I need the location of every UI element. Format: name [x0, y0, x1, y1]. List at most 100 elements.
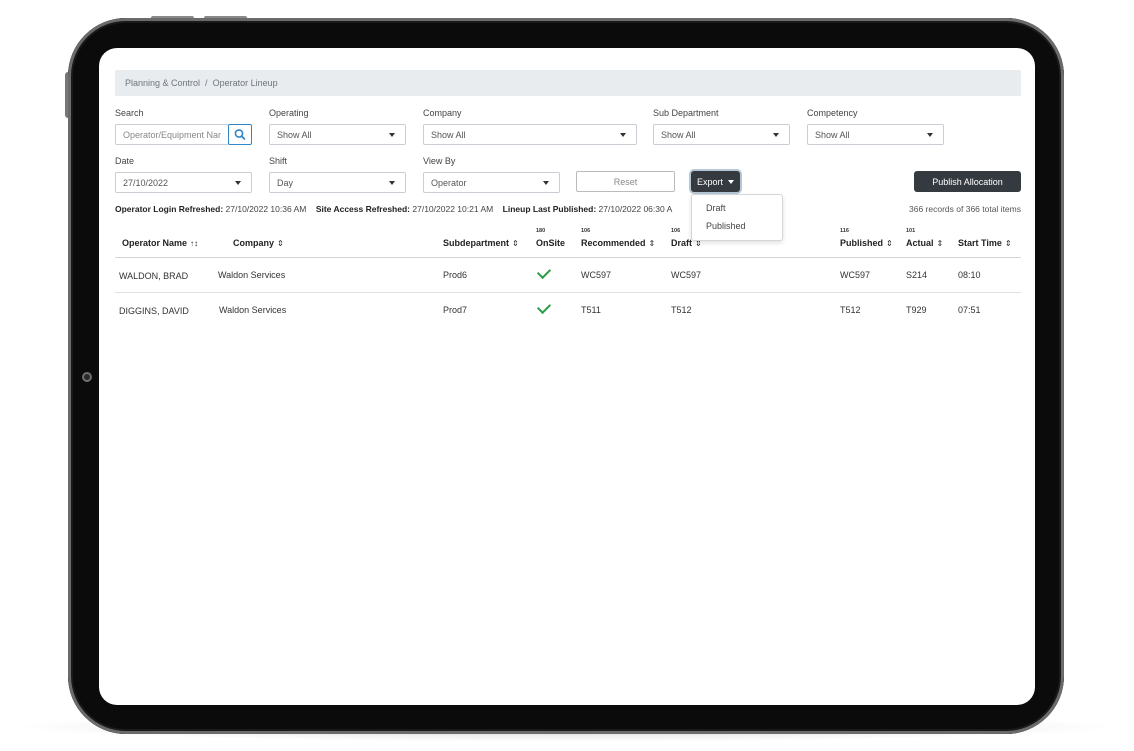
sub-department-select[interactable]: Show All — [653, 124, 790, 145]
check-icon — [536, 264, 552, 280]
shift-label: Shift — [269, 156, 288, 166]
subdepartment-cell: Prod6 — [443, 270, 468, 280]
search-placeholder: Operator/Equipment Nar — [123, 129, 222, 140]
chevron-down-icon — [620, 133, 626, 137]
column-header-onsite[interactable]: OnSite — [536, 238, 565, 248]
breadcrumb-separator: / — [205, 78, 208, 88]
date-label: Date — [115, 156, 135, 166]
reset-button[interactable]: Reset — [576, 171, 675, 192]
export-menu-item-published[interactable]: Published — [706, 221, 746, 231]
login-refreshed-value: 27/10/2022 10:36 AM — [225, 204, 307, 214]
column-label: Subdepartment — [443, 238, 510, 248]
date-select[interactable]: 27/10/2022 — [115, 172, 252, 193]
sort-icon: ⇕ — [648, 239, 656, 248]
operator-name-cell: DIGGINS, DAVID — [119, 306, 189, 316]
published-count: 116 — [840, 228, 849, 234]
site-access-refreshed-value: 27/10/2022 10:21 AM — [412, 204, 494, 214]
breadcrumb-current: Operator Lineup — [212, 78, 278, 88]
tablet-screen: Planning & Control / Operator Lineup Sea… — [99, 48, 1035, 705]
chevron-down-icon — [728, 179, 734, 184]
refresh-status: Operator Login Refreshed: 27/10/2022 10:… — [115, 204, 672, 214]
actual-cell: S214 — [906, 270, 928, 280]
search-input[interactable]: Operator/Equipment Nar — [115, 124, 229, 145]
search-icon — [234, 129, 246, 140]
start-time-cell: 08:10 — [958, 270, 981, 280]
published-cell: T512 — [840, 305, 861, 315]
draft-count: 106 — [671, 228, 681, 234]
column-header-subdepartment[interactable]: Subdepartment ⇕ — [443, 238, 519, 248]
shift-value: Day — [277, 177, 294, 188]
breadcrumb-parent[interactable]: Planning & Control — [125, 78, 200, 88]
operator-lineup-page: Planning & Control / Operator Lineup Sea… — [115, 70, 1021, 316]
sort-icon: ⇕ — [512, 239, 519, 248]
column-label: Start Time — [958, 238, 1002, 248]
column-header-operator-name[interactable]: Operator Name ↑↕ — [122, 238, 198, 248]
login-refreshed-label: Operator Login Refreshed: — [115, 204, 224, 214]
column-label: Recommended — [581, 238, 646, 248]
operator-name-cell: WALDON, BRAD — [119, 271, 189, 281]
chevron-down-icon — [543, 181, 549, 185]
publish-allocation-button[interactable]: Publish Allocation — [914, 171, 1021, 192]
column-header-recommended[interactable]: Recommended ⇕ — [581, 238, 655, 248]
company-cell: Waldon Services — [219, 305, 287, 315]
export-menu: Draft Published — [691, 194, 783, 241]
column-label: Operator Name — [122, 238, 188, 248]
sort-icon: ⇕ — [886, 239, 893, 248]
camera-icon — [82, 372, 92, 382]
column-header-start-time[interactable]: Start Time ⇕ — [958, 238, 1012, 248]
column-label: Published — [840, 238, 884, 248]
recommended-count: 106 — [581, 228, 591, 234]
draft-cell: T512 — [671, 305, 692, 315]
view-by-select[interactable]: Operator — [423, 172, 560, 193]
row-divider — [115, 292, 1021, 293]
export-button[interactable]: Export — [691, 171, 740, 192]
check-icon — [536, 299, 552, 315]
shift-select[interactable]: Day — [269, 172, 406, 193]
export-menu-item-draft[interactable]: Draft — [706, 203, 726, 213]
operating-value: Show All — [277, 129, 312, 140]
chevron-down-icon — [773, 133, 779, 137]
column-header-actual[interactable]: Actual ⇕ — [906, 238, 943, 248]
column-label: Company — [233, 238, 275, 248]
table-header-divider — [115, 257, 1021, 258]
start-time-cell: 07:51 — [958, 305, 981, 315]
view-by-label: View By — [423, 156, 456, 166]
column-header-company[interactable]: Company ⇕ — [233, 238, 284, 248]
company-select[interactable]: Show All — [423, 124, 637, 145]
recommended-cell: WC597 — [581, 270, 612, 280]
chevron-down-icon — [235, 181, 241, 185]
date-value: 27/10/2022 — [123, 177, 169, 188]
competency-label: Competency — [807, 108, 858, 118]
recommended-cell: T511 — [581, 305, 601, 315]
column-label: Draft — [671, 238, 693, 248]
column-header-published[interactable]: Published ⇕ — [840, 238, 893, 248]
lineup-published-label: Lineup Last Published: — [502, 204, 597, 214]
sort-icon: ⇕ — [936, 239, 944, 248]
search-label: Search — [115, 108, 144, 118]
sort-icon: ⇕ — [277, 239, 284, 248]
competency-select[interactable]: Show All — [807, 124, 944, 145]
company-label: Company — [423, 108, 462, 118]
chevron-down-icon — [927, 133, 933, 137]
actual-cell: T929 — [906, 305, 927, 315]
search-button[interactable] — [228, 124, 252, 145]
breadcrumb: Planning & Control / Operator Lineup — [115, 70, 1021, 96]
column-label: OnSite — [536, 238, 566, 248]
site-access-refreshed-label: Site Access Refreshed: — [315, 204, 410, 214]
subdepartment-cell: Prod7 — [443, 305, 468, 315]
competency-value: Show All — [815, 129, 850, 140]
operating-label: Operating — [269, 108, 309, 118]
sort-icon: ⇕ — [1004, 239, 1012, 248]
sort-icon: ↑↕ — [190, 239, 199, 248]
view-by-value: Operator — [431, 177, 467, 188]
lineup-published-value: 27/10/2022 06:30 A — [598, 204, 673, 214]
operating-select[interactable]: Show All — [269, 124, 406, 145]
onsite-count: 180 — [536, 228, 546, 234]
sub-department-label: Sub Department — [653, 108, 719, 118]
chevron-down-icon — [389, 181, 395, 185]
company-cell: Waldon Services — [218, 270, 286, 280]
column-label: Actual — [906, 238, 934, 248]
company-value: Show All — [431, 129, 466, 140]
sub-department-value: Show All — [661, 129, 696, 140]
records-count: 366 records of 366 total items — [909, 204, 1021, 214]
